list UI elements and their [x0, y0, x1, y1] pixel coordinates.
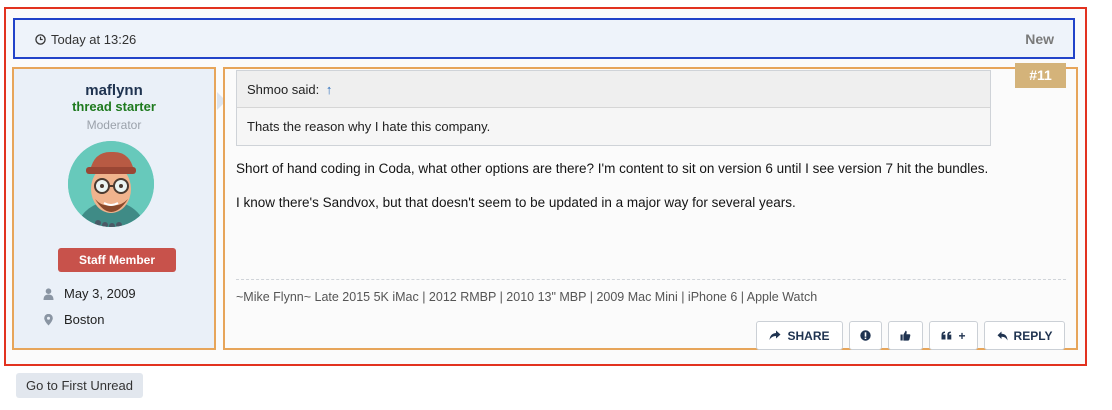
go-to-first-unread-button[interactable]: Go to First Unread	[16, 373, 143, 398]
user-icon	[43, 287, 54, 300]
location-row: Boston	[43, 312, 213, 327]
thumbs-up-icon	[900, 330, 911, 341]
message-paragraph: I know there's Sandvox, but that doesn't…	[236, 195, 796, 210]
post-number[interactable]: #11	[1015, 63, 1066, 88]
map-pin-icon	[44, 313, 53, 325]
reply-icon	[997, 331, 1008, 340]
multiquote-plus: +	[958, 328, 966, 343]
quote-text: Thats the reason why I hate this company…	[247, 119, 491, 134]
username[interactable]: maflynn	[14, 82, 214, 99]
post-time[interactable]: Today at 13:26	[35, 32, 136, 47]
exclamation-icon	[860, 330, 871, 341]
post-header: Today at 13:26 New	[13, 18, 1075, 59]
multiquote-button[interactable]: +	[929, 321, 978, 350]
signature-divider	[236, 279, 1066, 280]
reply-button[interactable]: REPLY	[984, 321, 1065, 350]
clock-icon	[35, 34, 46, 45]
quote-author: Shmoo said:	[247, 82, 320, 97]
reply-label: REPLY	[1013, 328, 1053, 343]
joined-date-row: May 3, 2009	[43, 286, 213, 301]
location[interactable]: Boston	[64, 312, 104, 327]
message-paragraph: Short of hand coding in Coda, what other…	[236, 161, 989, 176]
signature: ~Mike Flynn~ Late 2015 5K iMac | 2012 RM…	[236, 290, 818, 304]
thread-starter-label: thread starter	[72, 99, 156, 114]
avatar[interactable]	[68, 141, 154, 227]
quote-block: Shmoo said: ↑ Thats the reason why I hat…	[236, 70, 991, 146]
user-panel: maflynn thread starter Moderator Staff M…	[12, 67, 226, 350]
new-indicator: New	[1025, 31, 1054, 47]
share-arrow-icon	[769, 330, 781, 340]
share-label: SHARE	[787, 328, 830, 343]
post-time-text: Today at 13:26	[51, 32, 137, 47]
quote-header: Shmoo said: ↑	[237, 71, 990, 108]
share-button[interactable]: SHARE	[756, 321, 843, 350]
staff-member-badge: Staff Member	[58, 248, 176, 272]
message-body: Short of hand coding in Coda, what other…	[236, 160, 1006, 228]
like-button[interactable]	[888, 321, 923, 350]
quote-source-link[interactable]: ↑	[326, 82, 333, 97]
user-role: Moderator	[86, 118, 142, 132]
report-button[interactable]	[849, 321, 882, 350]
quote-icon	[941, 331, 952, 340]
joined-date: May 3, 2009	[64, 286, 136, 301]
avatar-illustration	[68, 141, 154, 227]
